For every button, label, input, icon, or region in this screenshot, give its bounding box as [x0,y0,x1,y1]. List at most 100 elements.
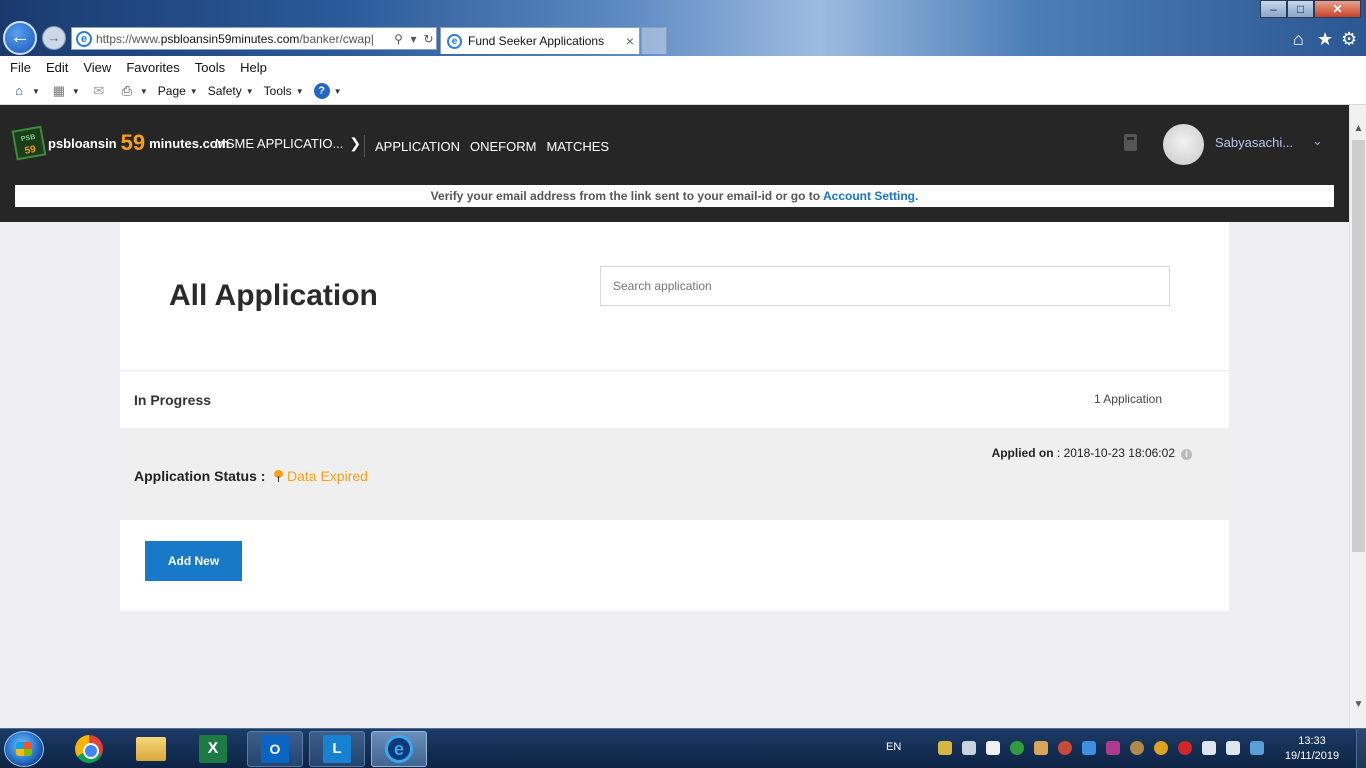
scroll-up-arrow-icon[interactable]: ▲ [1350,120,1366,137]
system-tray [938,741,1274,755]
mail-command[interactable]: ✉ [90,83,108,99]
chevron-down-icon[interactable]: ▼ [32,87,40,96]
applied-on-label: Applied on [991,446,1054,460]
clock-time: 13:33 [1298,735,1326,747]
minimize-button[interactable]: – [1260,0,1287,18]
site-header: PSB 59 psbloansin 59 minutes.com MSME APP… [0,105,1349,222]
start-button[interactable] [4,731,44,767]
new-tab-button[interactable] [641,27,667,54]
menu-file[interactable]: File [10,60,31,75]
home-icon[interactable]: ⌂ [1293,29,1304,50]
refresh-icon[interactable]: ↻ [421,32,436,46]
menu-favorites[interactable]: Favorites [126,60,179,75]
account-setting-link[interactable]: Account Setting. [823,189,918,203]
print-command[interactable]: ⎙ ▼ [118,83,148,99]
volume-icon[interactable] [1226,741,1240,755]
menu-help[interactable]: Help [240,60,267,75]
internet-explorer-icon: e [385,735,413,763]
sync-icon[interactable] [1058,741,1072,755]
page-command[interactable]: Page ▼ [158,84,198,98]
folder-icon [136,737,166,761]
logo-text-59: 59 [120,130,146,155]
close-window-button[interactable]: ✕ [1314,0,1361,18]
tab-title: Fund Seeker Applications [468,34,605,48]
system-clock[interactable]: 13:33 19/11/2019 [1280,734,1344,764]
maximize-button[interactable]: □ [1287,0,1314,18]
outlook-tray-icon[interactable] [1082,741,1096,755]
scrollbar-thumb[interactable] [1352,140,1365,552]
chevron-down-icon: ❯ [349,135,362,151]
address-bar[interactable]: e https://www.psbloansin59minutes.com/ba… [71,27,437,50]
help-command[interactable]: ? ▼ [313,83,342,99]
print-icon: ⎙ [121,83,133,98]
dropdown-arrow-icon[interactable]: ▾ [406,32,421,46]
tools-command[interactable]: Tools ▼ [264,84,304,98]
section-label: In Progress [134,392,212,408]
taskbar-internet-explorer[interactable]: e [371,731,427,767]
menu-tools[interactable]: Tools [195,60,225,75]
search-icon[interactable]: ⚲ [391,32,406,46]
site-logo[interactable]: PSB 59 psbloansin 59 minutes.com [11,125,229,161]
address-url[interactable]: https://www.psbloansin59minutes.com/bank… [96,32,391,46]
chevron-down-icon[interactable]: ▼ [140,87,148,96]
search-input[interactable] [600,266,1170,306]
back-button[interactable]: ← [3,21,37,55]
ie-page-icon: e [76,30,92,47]
url-path: /banker/cwap| [299,31,374,46]
display-icon[interactable] [1202,741,1216,755]
shield-icon[interactable] [938,741,952,755]
nav-application[interactable]: APPLICATION [375,139,460,154]
menu-view[interactable]: View [83,60,111,75]
application-row[interactable]: Applied on : 2018-10-23 18:06:02 i Applic… [120,428,1229,520]
msme-application-dropdown[interactable]: MSME APPLICATIO... ❯ [215,135,361,152]
applied-on-value: : 2018-10-23 18:06:02 [1053,446,1175,460]
applications-card: All Application In Progress 1 Applicatio… [120,222,1229,611]
flag-icon[interactable] [986,741,1000,755]
safety-command[interactable]: Safety ▼ [208,84,254,98]
page-title: All Application [169,279,378,312]
nav-matches[interactable]: MATCHES [546,139,609,154]
calendar-icon[interactable] [1250,741,1264,755]
tab-fund-seeker-applications[interactable]: e Fund Seeker Applications × [440,27,640,54]
favorites-star-icon[interactable]: ★ [1317,29,1333,50]
bug-icon[interactable] [1106,741,1120,755]
settings-gear-icon[interactable]: ⚙ [1341,29,1357,50]
info-icon[interactable]: i [1181,449,1192,460]
language-indicator[interactable]: EN [886,741,901,753]
calculator-icon[interactable] [1124,134,1137,151]
show-desktop-button[interactable] [1356,729,1366,768]
menu-edit[interactable]: Edit [46,60,68,75]
mail-icon: ✉ [93,83,105,98]
email-verify-banner: Verify your email address from the link … [15,185,1334,207]
taskbar-explorer[interactable] [123,731,179,767]
taskbar-chrome[interactable] [61,731,117,767]
logo-text-left: psbloansin [48,135,117,151]
nav-oneform[interactable]: ONEFORM [470,139,536,154]
close-tab-icon[interactable]: × [621,33,639,49]
add-new-button[interactable]: Add New [145,541,242,581]
scroll-down-arrow-icon[interactable]: ▼ [1350,696,1366,713]
taskbar-outlook[interactable]: O [247,731,303,767]
home-command[interactable]: ⌂ ▼ [10,83,40,99]
cloud-icon[interactable] [1130,741,1144,755]
applied-on: Applied on : 2018-10-23 18:06:02 i [992,446,1192,460]
forward-button[interactable]: → [42,26,66,50]
taskbar-excel[interactable]: X [185,731,241,767]
chevron-down-icon[interactable]: ▼ [72,87,80,96]
chrome-icon [75,735,103,763]
antivirus-icon[interactable] [1010,741,1024,755]
avatar[interactable] [1163,124,1204,165]
location-pin-icon [274,470,283,482]
lync-icon: L [323,735,351,763]
app-tray-icon[interactable] [1034,741,1048,755]
feeds-command[interactable]: ▦ ▼ [50,83,80,99]
s-app-icon[interactable] [1178,741,1192,755]
menu-bar: File Edit View Favorites Tools Help [0,56,1366,78]
main-content: All Application In Progress 1 Applicatio… [0,222,1349,728]
security-icon[interactable] [1154,741,1168,755]
username[interactable]: Sabyasachi... [1215,135,1293,150]
chevron-down-icon[interactable]: ⌄ [1312,133,1323,149]
network-icon[interactable] [962,741,976,755]
page-scrollbar[interactable]: ▲ ▼ [1349,105,1366,728]
taskbar-lync[interactable]: L [309,731,365,767]
